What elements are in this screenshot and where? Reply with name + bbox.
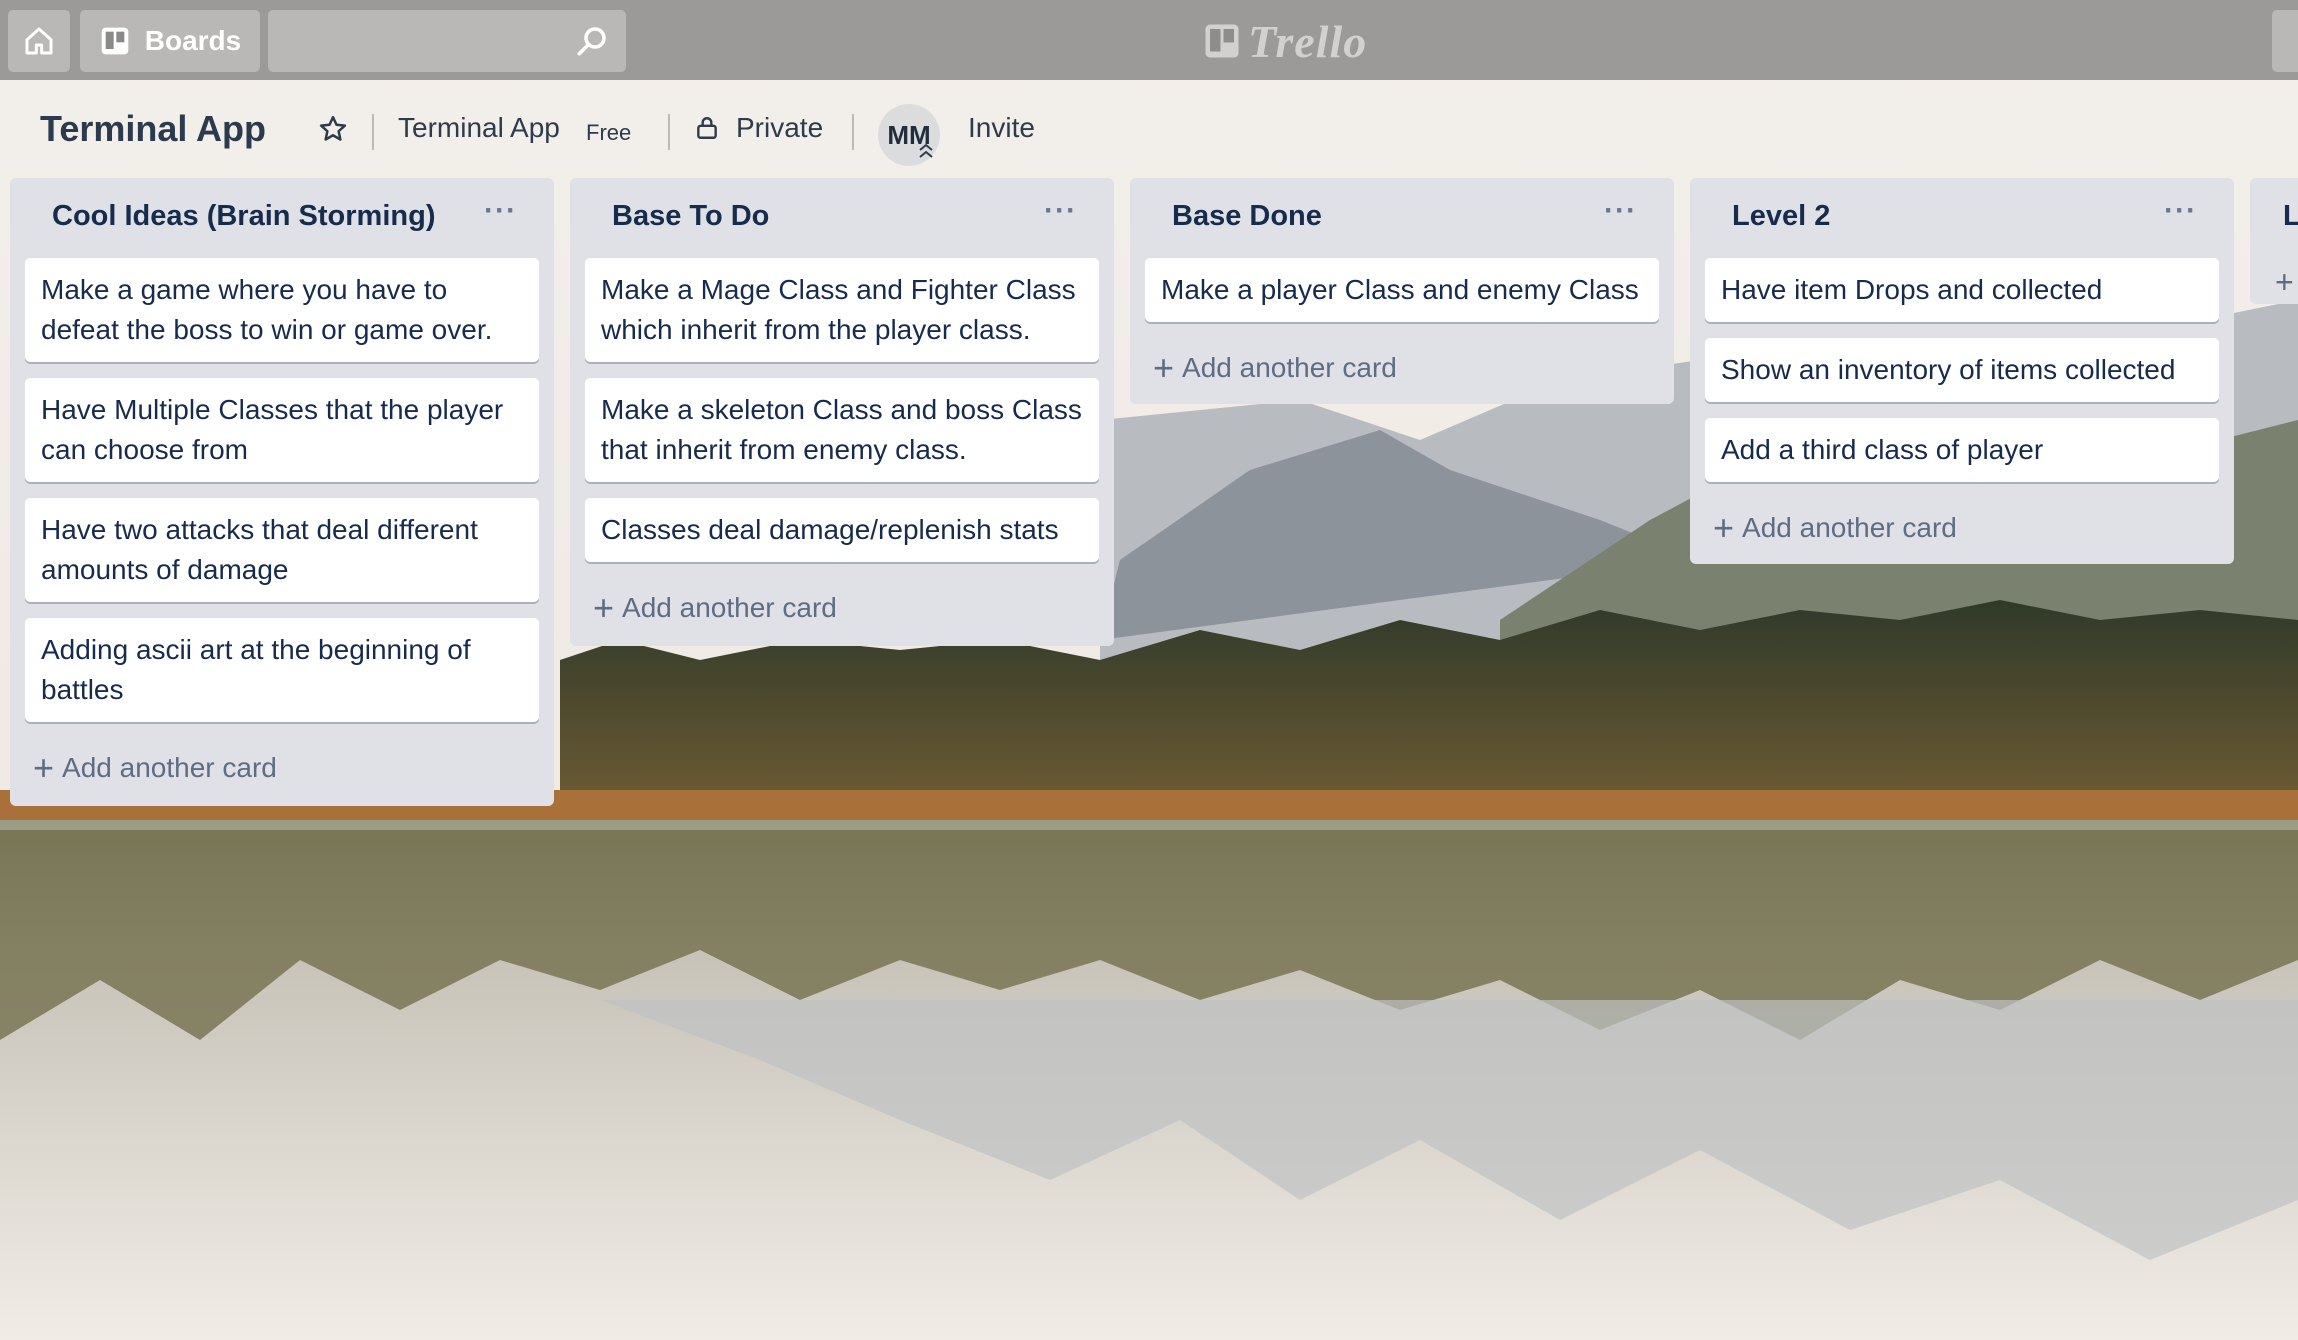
card[interactable]: Make a player Class and enemy Class xyxy=(1145,258,1659,322)
list-level-2: Level 2 ··· Have item Drops and collecte… xyxy=(1690,178,2234,564)
list-menu-icon[interactable]: ··· xyxy=(2164,194,2197,228)
list-title[interactable]: Base To Do xyxy=(612,200,769,233)
card[interactable]: Make a Mage Class and Fighter Class whic… xyxy=(585,258,1099,362)
divider xyxy=(852,114,854,150)
search-input[interactable] xyxy=(282,22,556,62)
admin-chevron-icon xyxy=(918,142,934,160)
card[interactable]: Show an inventory of items collected xyxy=(1705,338,2219,402)
card[interactable]: Have Multiple Classes that the player ca… xyxy=(25,378,539,482)
home-button[interactable] xyxy=(8,10,70,72)
team-name[interactable]: Terminal App xyxy=(398,112,560,144)
plus-icon: + xyxy=(593,587,615,628)
plus-icon[interactable]: + xyxy=(2275,264,2294,301)
trello-logo-text: Trello xyxy=(1248,15,1368,67)
boards-button[interactable]: Boards xyxy=(80,10,260,72)
board-header: Terminal App Terminal App Free Private M… xyxy=(0,100,2298,166)
plus-icon: + xyxy=(1153,347,1175,388)
create-button[interactable] xyxy=(2272,10,2298,72)
visibility-button[interactable]: Private xyxy=(694,112,823,144)
plus-icon: + xyxy=(1713,507,1735,548)
board-title[interactable]: Terminal App xyxy=(40,108,266,150)
star-button[interactable] xyxy=(318,114,348,144)
member-avatar[interactable]: MM xyxy=(878,104,940,166)
add-card-label: Add another card xyxy=(622,592,837,623)
card[interactable]: Have item Drops and collected xyxy=(1705,258,2219,322)
list-cool-ideas: Cool Ideas (Brain Storming) ··· Make a g… xyxy=(10,178,554,806)
add-card-button[interactable]: + Add another card xyxy=(25,738,539,798)
trello-logo[interactable]: Trello xyxy=(1204,15,1368,67)
add-card-label: Add another card xyxy=(62,752,277,783)
list-base-to-do: Base To Do ··· Make a Mage Class and Fig… xyxy=(570,178,1114,646)
trello-logo-icon xyxy=(1204,23,1240,59)
divider xyxy=(668,114,670,150)
list-header: Base To Do ··· xyxy=(585,178,1099,258)
add-card-button[interactable]: + Add another card xyxy=(1145,338,1659,398)
card[interactable]: Adding ascii art at the beginning of bat… xyxy=(25,618,539,722)
list-title[interactable]: Cool Ideas (Brain Storming) xyxy=(52,200,435,233)
list-menu-icon[interactable]: ··· xyxy=(484,194,517,228)
lock-icon xyxy=(694,115,720,141)
list-menu-icon[interactable]: ··· xyxy=(1604,194,1637,228)
list-header: Base Done ··· xyxy=(1145,178,1659,258)
list-partial[interactable]: L + xyxy=(2250,178,2298,304)
home-icon xyxy=(23,25,55,57)
card[interactable]: Have two attacks that deal different amo… xyxy=(25,498,539,602)
divider xyxy=(372,114,374,150)
card[interactable]: Make a game where you have to defeat the… xyxy=(25,258,539,362)
boards-icon xyxy=(99,25,131,57)
card[interactable]: Classes deal damage/replenish stats xyxy=(585,498,1099,562)
add-card-button[interactable]: + Add another card xyxy=(1705,498,2219,558)
card[interactable]: Add a third class of player xyxy=(1705,418,2219,482)
add-card-button[interactable]: + Add another card xyxy=(585,578,1099,638)
list-title: L xyxy=(2283,200,2298,232)
search-icon[interactable] xyxy=(574,23,610,59)
search-box[interactable] xyxy=(268,10,626,72)
list-base-done: Base Done ··· Make a player Class and en… xyxy=(1130,178,1674,404)
add-card-label: Add another card xyxy=(1182,352,1397,383)
star-icon xyxy=(318,114,348,144)
list-header: Level 2 ··· xyxy=(1705,178,2219,258)
boards-label: Boards xyxy=(144,25,242,56)
add-card-label: Add another card xyxy=(1742,512,1957,543)
card[interactable]: Make a skeleton Class and boss Class tha… xyxy=(585,378,1099,482)
visibility-label: Private xyxy=(736,112,824,143)
invite-button[interactable]: Invite xyxy=(968,112,1035,144)
list-menu-icon[interactable]: ··· xyxy=(1044,194,1077,228)
plus-icon: + xyxy=(33,747,55,788)
list-title[interactable]: Base Done xyxy=(1172,200,1322,233)
plan-badge: Free xyxy=(586,120,632,145)
list-title[interactable]: Level 2 xyxy=(1732,200,1830,233)
list-header: Cool Ideas (Brain Storming) ··· xyxy=(25,178,539,258)
app-header: Boards Trello xyxy=(0,0,2298,80)
